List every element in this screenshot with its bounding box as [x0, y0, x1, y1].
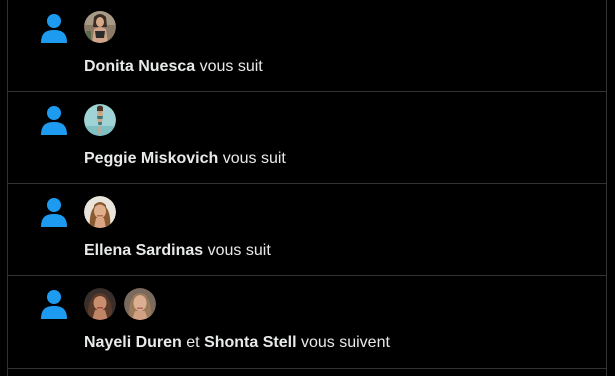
person-icon — [41, 106, 67, 135]
notification-item[interactable]: Ellena Sardinas vous suit — [8, 184, 606, 276]
user-name-link[interactable]: Donita Nuesca — [84, 58, 195, 75]
person-icon — [41, 198, 67, 227]
user-name-link[interactable]: Nayeli Duren — [84, 334, 182, 351]
action-text: vous suit — [207, 242, 271, 259]
action-text: vous suivent — [300, 334, 390, 351]
user-avatar[interactable] — [84, 11, 116, 43]
notification-item[interactable]: Nayeli Duren et Shonta Stell vous suiven… — [8, 276, 606, 369]
person-icon — [41, 290, 67, 319]
user-name-link[interactable]: Shonta Stell — [204, 334, 296, 351]
action-text: vous suit — [222, 150, 286, 167]
notification-text: Ellena Sardinas vous suit — [84, 241, 271, 261]
user-avatar[interactable] — [84, 104, 116, 136]
notifications-feed: Donita Nuesca vous suit Peggie Miskovich… — [7, 0, 607, 376]
notification-item[interactable]: Donita Nuesca vous suit — [8, 0, 606, 92]
conjunction-text: et — [186, 334, 200, 351]
user-avatar[interactable] — [124, 288, 156, 320]
action-text: vous suit — [199, 58, 263, 75]
person-icon — [41, 14, 67, 43]
notification-text: Peggie Miskovich vous suit — [84, 149, 286, 169]
user-name-link[interactable]: Peggie Miskovich — [84, 150, 218, 167]
user-name-link[interactable]: Ellena Sardinas — [84, 242, 203, 259]
notification-text: Nayeli Duren et Shonta Stell vous suiven… — [84, 333, 390, 353]
user-avatar[interactable] — [84, 196, 116, 228]
notification-text: Donita Nuesca vous suit — [84, 57, 263, 77]
user-avatar[interactable] — [84, 288, 116, 320]
notification-item[interactable]: Peggie Miskovich vous suit — [8, 92, 606, 184]
